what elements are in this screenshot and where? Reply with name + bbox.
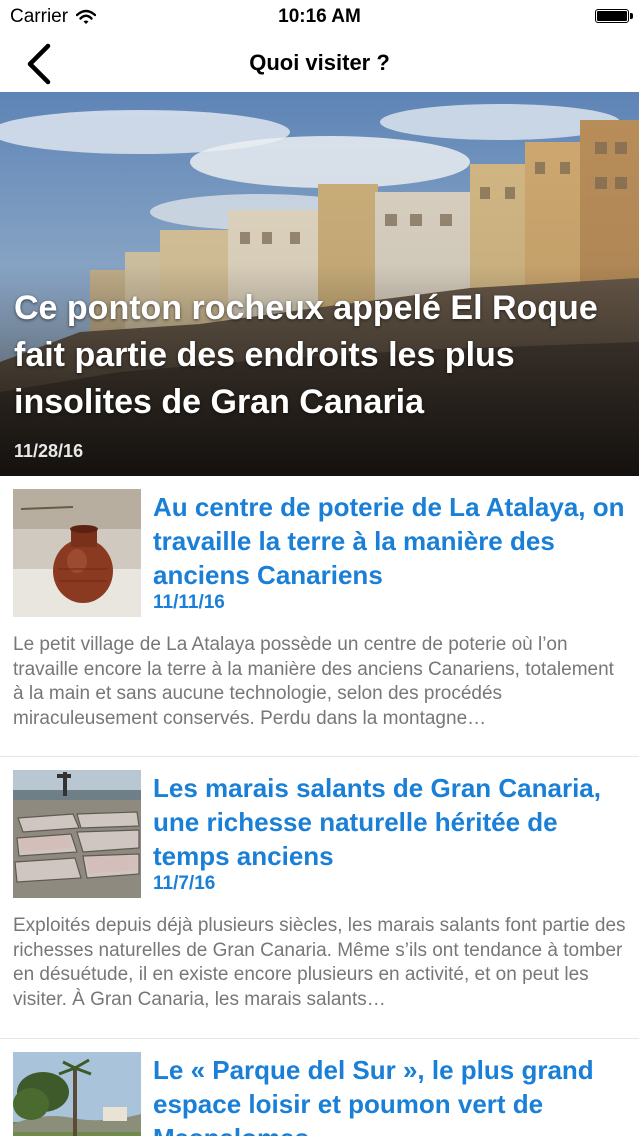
featured-article[interactable]: Ce ponton rocheux appelé El Roque fait p… — [0, 92, 639, 476]
featured-article-date: 11/28/16 — [14, 441, 84, 461]
featured-article-title: Ce ponton rocheux appelé El Roque fait p… — [14, 289, 598, 421]
article-item[interactable]: Au centre de poterie de La Atalaya, on t… — [0, 476, 639, 757]
pottery-image — [13, 489, 141, 617]
clock: 10:16 AM — [278, 6, 361, 27]
article-date: 11/11/16 — [153, 592, 225, 613]
article-item[interactable]: Le « Parque del Sur », le plus grand esp… — [0, 1039, 639, 1136]
salt-marsh-image — [13, 770, 141, 898]
status-bar: Carrier 10:16 AM — [0, 0, 639, 34]
article-item[interactable]: Les marais salants de Gran Canaria, une … — [0, 757, 639, 1039]
article-thumbnail — [13, 770, 141, 898]
article-excerpt: Exploités depuis déjà plusieurs siècles,… — [13, 915, 626, 1010]
article-title: Au centre de poterie de La Atalaya, on t… — [153, 492, 625, 590]
article-thumbnail — [13, 489, 141, 617]
article-excerpt: Le petit village de La Atalaya possède u… — [13, 634, 614, 729]
park-image — [13, 1052, 141, 1136]
article-thumbnail — [13, 1052, 141, 1136]
article-date: 11/7/16 — [153, 873, 216, 894]
page-title: Quoi visiter ? — [249, 50, 390, 75]
article-title: Le « Parque del Sur », le plus grand esp… — [153, 1055, 594, 1136]
navigation-bar: Quoi visiter ? — [0, 34, 639, 92]
article-title: Les marais salants de Gran Canaria, une … — [153, 773, 601, 871]
battery-icon — [595, 9, 633, 23]
